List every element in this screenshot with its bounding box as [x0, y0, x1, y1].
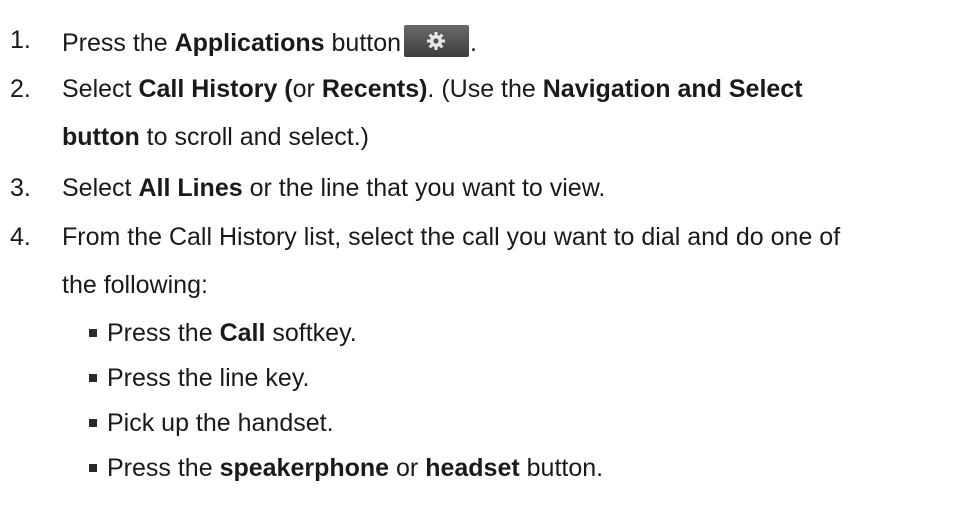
option-text: Press the Call softkey. [107, 319, 357, 347]
option-text: Press the speakerphone or headset button… [107, 454, 604, 482]
step-text: the following: [62, 271, 208, 299]
bullet [89, 464, 97, 472]
step-text: Press the Applications button. [62, 25, 477, 58]
bullet [89, 329, 97, 337]
step-number: 1. [10, 26, 31, 54]
option-text: Press the line key. [107, 364, 310, 392]
step-text: Select All Lines or the line that you wa… [62, 174, 606, 202]
instructions-document: 1. Press the Applications button. 2. Sel… [0, 0, 977, 510]
applications-button-image [404, 25, 470, 57]
step-number: 3. [10, 174, 31, 202]
gear-icon [427, 32, 446, 50]
step-text: From the Call History list, select the c… [62, 223, 841, 251]
bullet [89, 374, 97, 382]
bullet [89, 419, 97, 427]
step-text: Select Call History (or Recents). (Use t… [62, 75, 803, 103]
step-number: 2. [10, 75, 31, 103]
option-text: Pick up the handset. [107, 409, 334, 437]
step-number: 4. [10, 223, 31, 251]
step-text: button to scroll and select.) [62, 123, 369, 151]
